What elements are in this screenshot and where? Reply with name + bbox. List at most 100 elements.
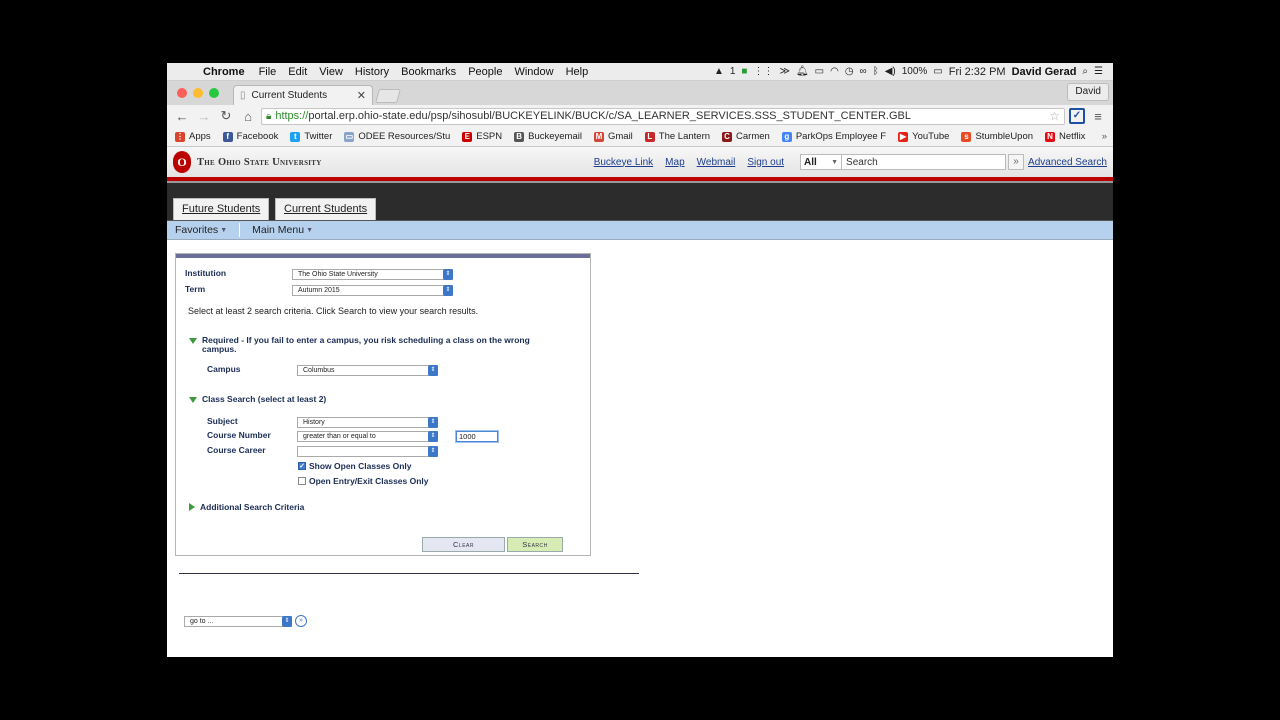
link-webmail[interactable]: Webmail (697, 157, 736, 168)
menu-view[interactable]: View (313, 66, 349, 78)
bookmark-item[interactable]: L The Lantern (644, 131, 710, 142)
chrome-menu-icon[interactable]: ≡ (1089, 109, 1107, 124)
spotlight-icon[interactable]: ⌕ (1082, 66, 1088, 77)
user-name[interactable]: David Gerad (1012, 66, 1077, 78)
clear-button[interactable]: Clear (422, 537, 505, 552)
course-career-select[interactable]: ⇕ (297, 446, 438, 457)
search-input[interactable]: Search (842, 154, 1007, 170)
clock[interactable]: Fri 2:32 PM (949, 66, 1006, 78)
link-sign-out[interactable]: Sign out (747, 157, 784, 168)
menu-app-name[interactable]: Chrome (197, 66, 253, 78)
collapsed-triangle-icon (189, 503, 195, 511)
battery-icon[interactable]: ▭ (933, 66, 942, 77)
close-window-button[interactable] (177, 88, 187, 98)
goto-select[interactable]: go to ... ⇕ (184, 615, 292, 627)
notification-count[interactable]: 1 (730, 66, 736, 77)
bookmark-item[interactable]: ▶ YouTube (898, 131, 949, 142)
forward-icon[interactable]: ≫ (779, 66, 789, 77)
volume-icon[interactable]: ◀) (885, 66, 896, 77)
home-icon[interactable]: ⌂ (239, 109, 257, 124)
bookmark-label: Buckeyemail (528, 131, 582, 142)
bookmark-item[interactable]: N Netflix (1045, 131, 1085, 142)
bookmark-favicon-icon: s (961, 131, 972, 142)
bookmark-item[interactable]: M Gmail (593, 131, 633, 142)
binoculars-icon[interactable]: ∞ (860, 66, 867, 77)
link-buckeye-link[interactable]: Buckeye Link (594, 157, 653, 168)
notification-center-icon[interactable]: ☰ (1094, 66, 1103, 77)
search-button[interactable]: Search (507, 537, 563, 552)
bookmark-item[interactable]: ▭ ODEE Resources/Stu (344, 131, 450, 142)
bookmark-item[interactable]: ⋮ Apps (175, 131, 211, 142)
search-scope-select[interactable]: All ▼ (800, 154, 843, 170)
extension-check-icon[interactable]: ✓ (1069, 108, 1085, 124)
osu-wordmark[interactable]: The Ohio State University (197, 157, 322, 168)
class-search-header-text: Class Search (select at least 2) (202, 394, 327, 404)
forward-icon[interactable]: → (195, 109, 213, 124)
class-search-section-header[interactable]: Class Search (select at least 2) (189, 395, 326, 404)
institution-select[interactable]: The Ohio State University ⇕ (292, 269, 453, 280)
bookmark-item[interactable]: C Carmen (722, 131, 770, 142)
tab-current-students-label: Current Students (284, 203, 368, 215)
bookmark-favicon-icon: L (644, 131, 655, 142)
grid-icon[interactable]: ⋮⋮ (753, 66, 773, 77)
menu-window[interactable]: Window (508, 66, 559, 78)
battery-percent[interactable]: 100% (902, 66, 928, 77)
main-menu-label: Main Menu (252, 224, 305, 236)
time-machine-icon[interactable]: ◷ (845, 66, 854, 77)
bookmark-item[interactable]: E ESPN (462, 131, 502, 142)
bookmark-label: Carmen (736, 131, 770, 142)
favorites-menu[interactable]: Favorites ▼ (167, 224, 235, 236)
chevron-down-icon: ▼ (306, 226, 314, 234)
open-entry-checkbox[interactable] (298, 477, 306, 485)
term-label: Term (185, 284, 206, 294)
wifi-icon[interactable]: ◠ (830, 66, 839, 77)
advanced-search-link[interactable]: Advanced Search (1028, 157, 1107, 168)
adobe-icon[interactable]: ▲ (714, 66, 724, 77)
browser-tab[interactable]: ▯ Current Students ✕ (233, 85, 373, 105)
menu-edit[interactable]: Edit (282, 66, 313, 78)
osu-logo[interactable]: O (173, 151, 191, 173)
menu-file[interactable]: File (253, 66, 283, 78)
lock-icon: 🔒︎ (266, 110, 272, 122)
search-go-icon[interactable]: » (1008, 154, 1025, 170)
profile-button[interactable]: David (1067, 83, 1109, 101)
bookmark-item[interactable]: f Facebook (222, 131, 278, 142)
back-icon[interactable]: ← (173, 109, 191, 124)
close-tab-icon[interactable]: ✕ (357, 89, 366, 102)
bookmarks-overflow-icon[interactable]: » (1102, 131, 1113, 142)
minimize-window-button[interactable] (193, 88, 203, 98)
show-open-classes-checkbox[interactable]: ✓ (298, 462, 306, 470)
page-divider (179, 573, 639, 574)
tab-future-students[interactable]: Future Students (173, 198, 270, 220)
link-map[interactable]: Map (665, 157, 684, 168)
course-number-operator-select[interactable]: greater than or equal to ⇕ (297, 431, 438, 442)
menu-people[interactable]: People (462, 66, 508, 78)
required-section-header[interactable]: Required - If you fail to enter a campus… (189, 336, 549, 354)
bookmark-item[interactable]: g ParkOps Employee F (781, 131, 886, 142)
campus-select[interactable]: Columbus ⇕ (297, 365, 438, 376)
main-menu[interactable]: Main Menu ▼ (244, 224, 321, 236)
menu-bookmarks[interactable]: Bookmarks (395, 66, 462, 78)
bell-icon[interactable]: 🔔︎ (796, 66, 809, 77)
menu-help[interactable]: Help (560, 66, 595, 78)
term-select[interactable]: Autumn 2015 ⇕ (292, 285, 453, 296)
evernote-icon[interactable]: ■ (741, 66, 747, 77)
airplay-icon[interactable]: ▭ (815, 66, 824, 77)
subject-select[interactable]: History ⇕ (297, 417, 438, 428)
bookmark-star-icon[interactable]: ☆ (1049, 109, 1060, 123)
bookmark-item[interactable]: B Buckeyemail (514, 131, 582, 142)
bookmark-item[interactable]: s StumbleUpon (961, 131, 1033, 142)
bluetooth-icon[interactable]: ᛒ (873, 66, 879, 77)
goto-go-icon[interactable]: » (295, 615, 307, 627)
course-number-input[interactable]: 1000 (455, 430, 499, 443)
course-number-operator-value: greater than or equal to (303, 433, 376, 440)
additional-criteria-header[interactable]: Additional Search Criteria (189, 503, 304, 512)
bookmark-item[interactable]: t Twitter (290, 131, 332, 142)
reload-icon[interactable]: ↻ (217, 108, 235, 124)
new-tab-button[interactable] (375, 89, 401, 103)
portal-banner: Future Students Current Students (167, 183, 1113, 221)
zoom-window-button[interactable] (209, 88, 219, 98)
address-bar[interactable]: 🔒︎ https:// portal.erp.ohio-state.edu/ps… (261, 107, 1065, 125)
tab-current-students[interactable]: Current Students (275, 198, 377, 220)
menu-history[interactable]: History (349, 66, 395, 78)
